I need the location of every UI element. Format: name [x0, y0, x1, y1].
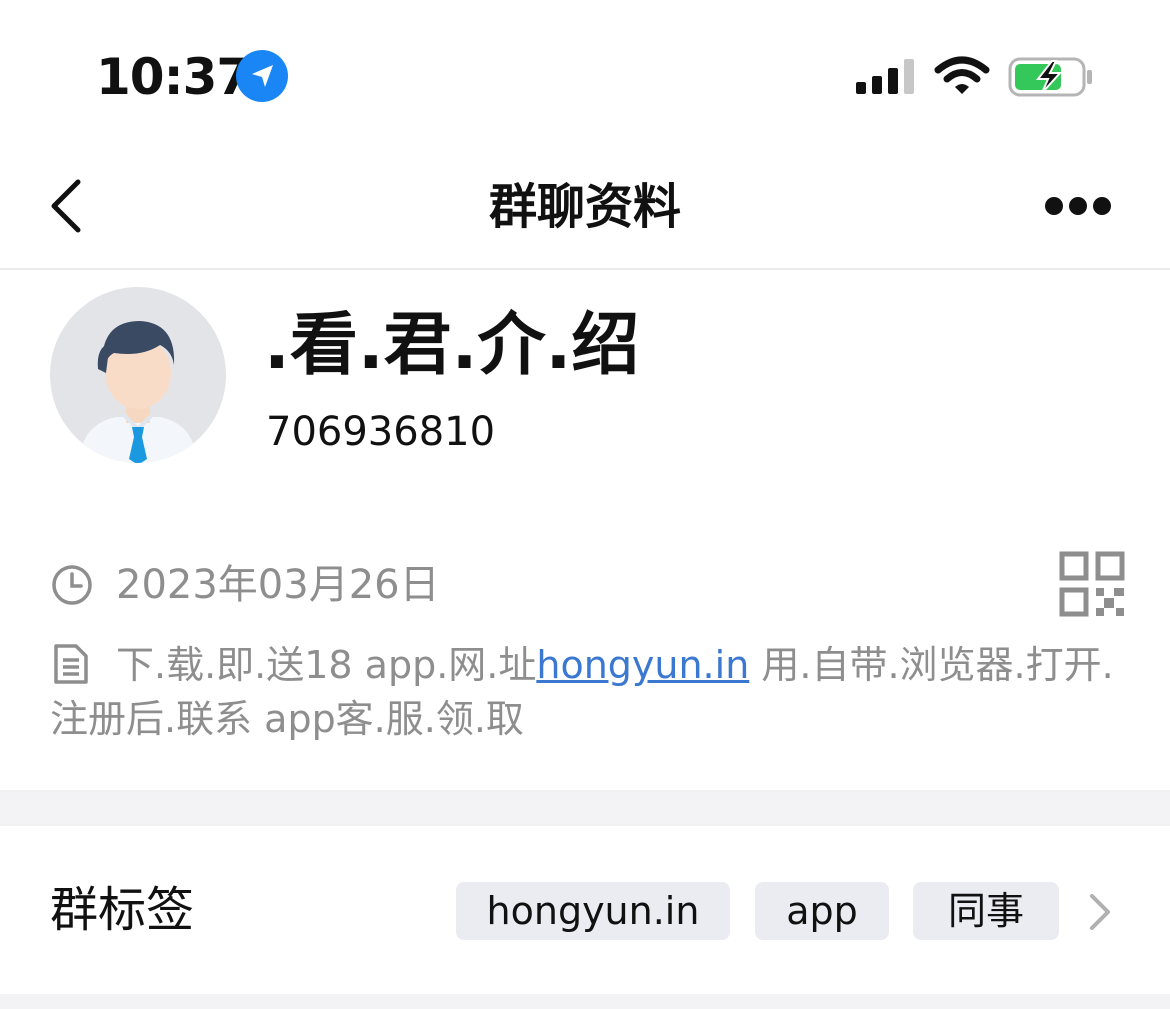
description-link[interactable]: hongyun.in [536, 643, 749, 687]
group-id: 706936810 [266, 409, 496, 455]
location-arrow-icon [236, 50, 288, 102]
chevron-right-icon [1090, 894, 1110, 930]
qr-code-icon [1059, 551, 1125, 617]
clock-icon [50, 563, 94, 607]
more-button[interactable] [1044, 194, 1112, 218]
tag-chip[interactable]: 同事 [913, 882, 1059, 940]
group-name: .看.君.介.绍 [264, 306, 640, 385]
created-date: 2023年03月26日 [116, 562, 440, 608]
group-tags-label: 群标签 [50, 882, 195, 938]
page-title: 群聊资料 [488, 179, 681, 235]
more-dots-icon [1045, 197, 1111, 215]
description-text: 下.载.即.送18 app.网.址 [116, 643, 537, 687]
wifi-icon [934, 56, 990, 98]
tag-chip[interactable]: hongyun.in [456, 882, 730, 940]
cellular-signal-icon [856, 56, 916, 96]
tags-expand-button[interactable] [1086, 892, 1114, 932]
section-gap-bottom [0, 994, 1170, 1009]
tag-chip[interactable]: app [755, 882, 889, 940]
group-description: 下.载.即.送18 app.网.址hongyun.in 用.自带.浏览器.打开.… [50, 638, 1130, 746]
battery-charging-icon [1008, 56, 1094, 98]
status-time: 10:37 [96, 48, 251, 106]
person-avatar-icon [80, 321, 196, 463]
section-gap [0, 790, 1170, 826]
group-avatar[interactable] [50, 287, 226, 463]
qr-code-button[interactable] [1058, 550, 1126, 618]
nav-divider [0, 268, 1170, 270]
